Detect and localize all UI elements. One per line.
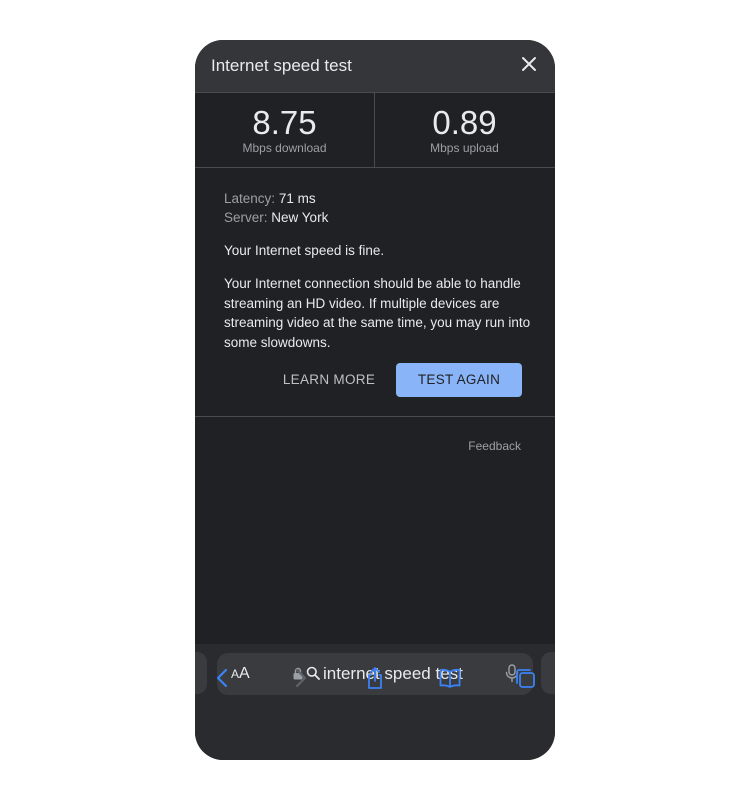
download-result: 8.75 Mbps download bbox=[195, 93, 375, 167]
next-tab-preview[interactable] bbox=[541, 652, 555, 694]
card-title: Internet speed test bbox=[211, 56, 352, 75]
phone-frame: Internet speed test 8.75 Mbps download 0… bbox=[195, 40, 555, 760]
forward-icon[interactable] bbox=[288, 666, 312, 690]
close-icon[interactable] bbox=[519, 54, 539, 74]
test-again-button[interactable]: TEST AGAIN bbox=[396, 363, 522, 397]
tabs-icon[interactable] bbox=[513, 666, 537, 690]
bookmarks-icon[interactable] bbox=[438, 666, 462, 690]
test-details: Latency: 71 ms Server: New York Your Int… bbox=[224, 189, 534, 352]
browser-bottom-bar: AA internet speed test bbox=[195, 644, 555, 760]
download-unit: Mbps download bbox=[242, 141, 327, 155]
share-icon[interactable] bbox=[363, 666, 387, 690]
feedback-link[interactable]: Feedback bbox=[468, 439, 521, 453]
speed-summary: Your Internet speed is fine. bbox=[224, 243, 385, 258]
server-row: Server: New York bbox=[224, 208, 534, 227]
latency-row: Latency: 71 ms bbox=[224, 189, 534, 208]
latency-label: Latency: bbox=[224, 191, 276, 206]
previous-tab-preview[interactable] bbox=[195, 652, 207, 694]
download-speed: 8.75 bbox=[252, 104, 317, 141]
server-value: New York bbox=[271, 210, 329, 225]
action-buttons: LEARN MORE TEST AGAIN bbox=[195, 363, 555, 397]
latency-value: 71 ms bbox=[278, 191, 316, 206]
upload-result: 0.89 Mbps upload bbox=[375, 93, 554, 167]
server-label: Server: bbox=[224, 210, 268, 225]
card-header: Internet speed test bbox=[195, 40, 555, 93]
speed-results: 8.75 Mbps download 0.89 Mbps upload bbox=[195, 93, 555, 168]
learn-more-button[interactable]: LEARN MORE bbox=[277, 363, 381, 397]
divider bbox=[195, 416, 555, 417]
back-icon[interactable] bbox=[211, 666, 235, 690]
upload-speed: 0.89 bbox=[432, 104, 497, 141]
upload-unit: Mbps upload bbox=[430, 141, 499, 155]
speed-description: Your Internet connection should be able … bbox=[224, 276, 531, 350]
